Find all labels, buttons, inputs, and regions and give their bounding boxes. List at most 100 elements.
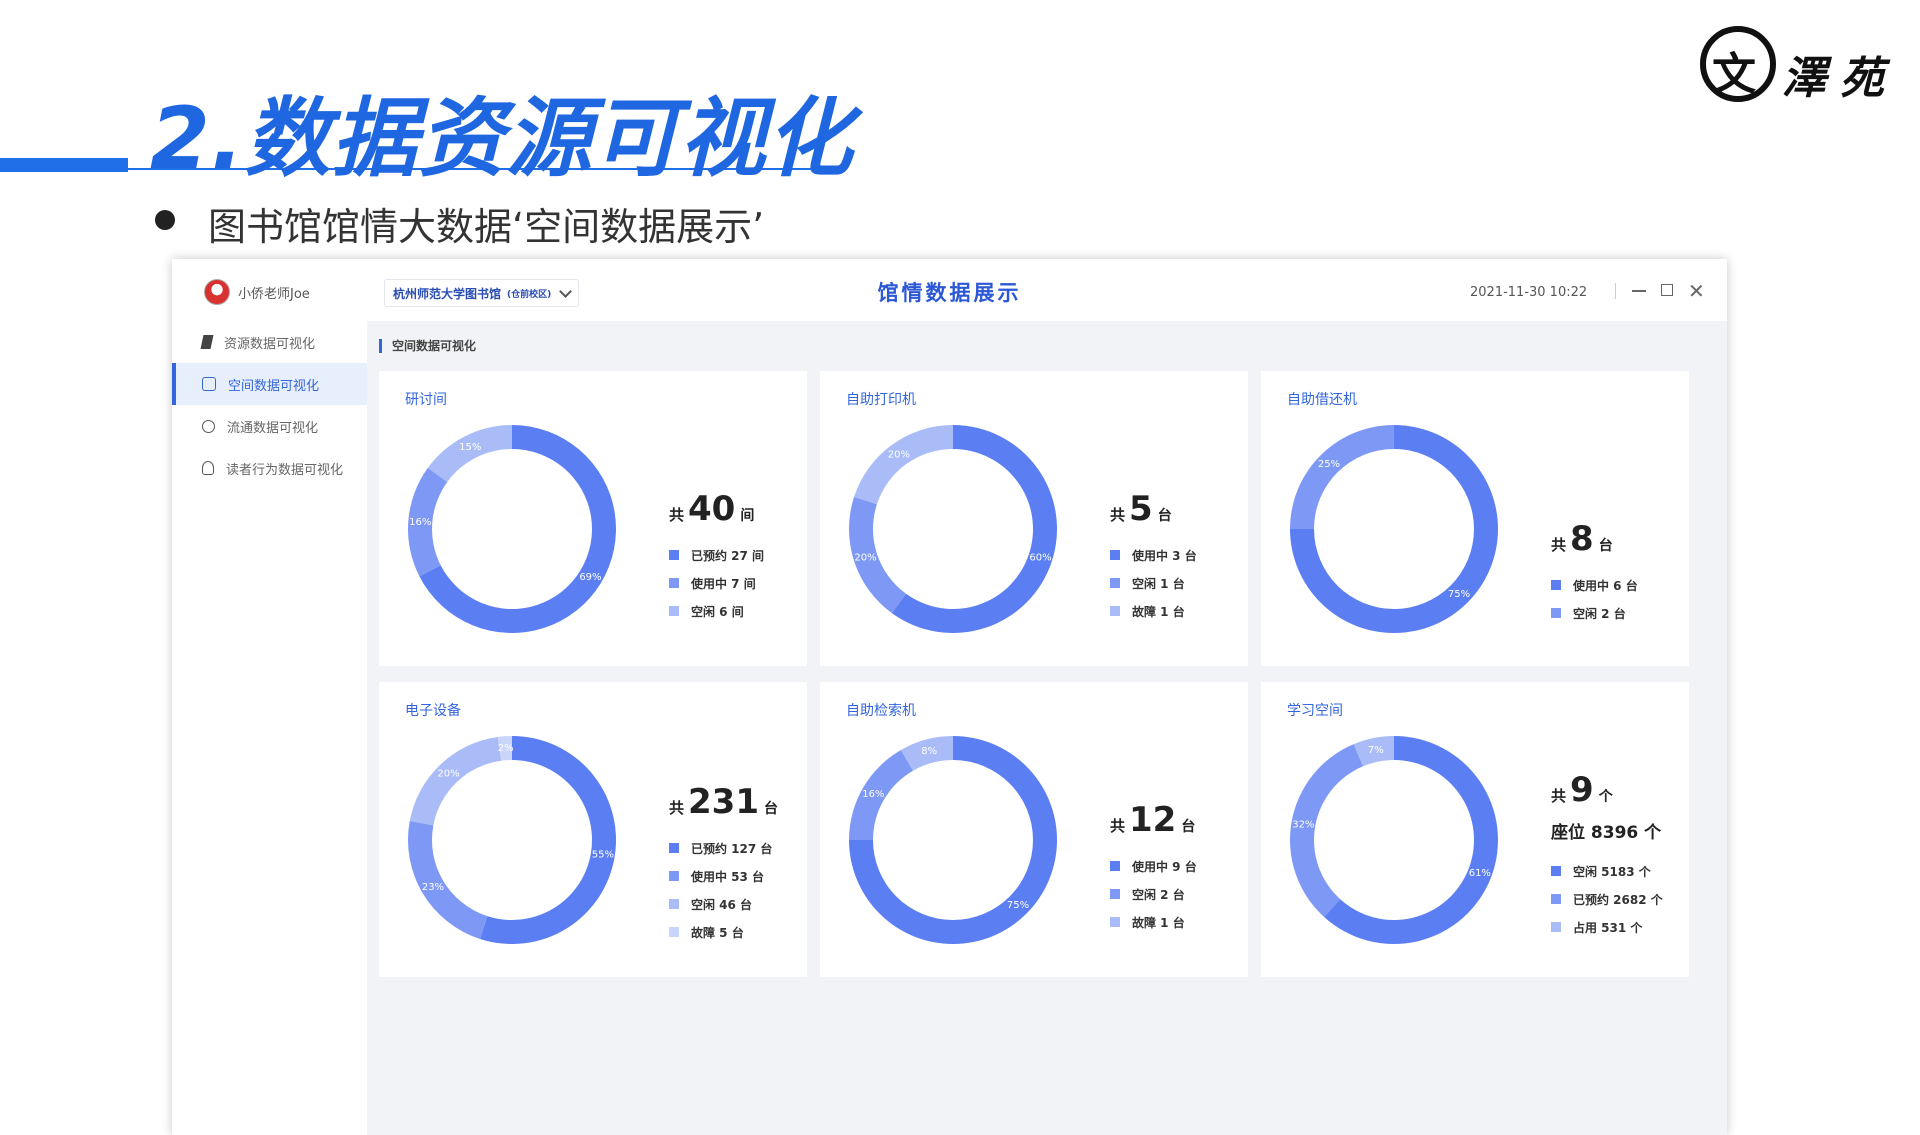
legend-item: 使用中 53 台 bbox=[669, 862, 772, 890]
close-icon[interactable]: ✕ bbox=[1688, 281, 1705, 301]
donut-slice[interactable] bbox=[854, 425, 953, 505]
donut-slice[interactable] bbox=[408, 821, 488, 939]
title-accent-bar bbox=[0, 158, 128, 172]
donut-slice[interactable] bbox=[409, 736, 502, 826]
slice-percent-label: 32% bbox=[1292, 819, 1314, 830]
total-prefix: 共 bbox=[669, 506, 685, 524]
card-search-kiosk: 自助检索机 75% 16% 8% 共 12 台 使用中 9 台空闲 2 台故障 1 … bbox=[820, 682, 1248, 977]
donut-slice[interactable] bbox=[1290, 425, 1394, 529]
total-count: 共 5 台 bbox=[1110, 489, 1172, 529]
legend-item: 空闲 5183 个 bbox=[1551, 857, 1663, 885]
slice-percent-label: 7% bbox=[1368, 745, 1384, 756]
legend-label: 占用 531 个 bbox=[1573, 920, 1643, 935]
total-unit: 台 bbox=[1598, 538, 1613, 554]
cube-icon bbox=[202, 377, 216, 391]
legend-label: 使用中 6 台 bbox=[1573, 578, 1638, 593]
chart-legend: 已预约 127 台使用中 53 台空闲 46 台故障 5 台 bbox=[669, 834, 772, 946]
legend-swatch bbox=[1110, 550, 1120, 560]
chart-legend: 已预约 27 间使用中 7 间空闲 6 间 bbox=[669, 541, 764, 625]
legend-label: 故障 5 台 bbox=[691, 925, 744, 940]
legend-label: 已预约 127 台 bbox=[691, 841, 773, 856]
slice-percent-label: 20% bbox=[854, 552, 876, 563]
donut-chart: 75% 25% bbox=[1290, 425, 1498, 633]
slice-percent-label: 75% bbox=[1448, 589, 1470, 600]
seat-count: 座位 8396 个 bbox=[1551, 823, 1662, 843]
donut-slice[interactable] bbox=[427, 425, 512, 482]
slice-percent-label: 23% bbox=[422, 882, 444, 893]
legend-swatch bbox=[669, 578, 679, 588]
legend-item: 空闲 2 台 bbox=[1110, 880, 1197, 908]
legend-item: 空闲 2 台 bbox=[1551, 599, 1638, 627]
sidebar-item-label: 读者行为数据可视化 bbox=[226, 462, 344, 478]
legend-label: 空闲 46 台 bbox=[691, 897, 753, 912]
slice-percent-label: 25% bbox=[1318, 459, 1340, 470]
legend-swatch bbox=[1551, 894, 1561, 904]
legend-swatch bbox=[669, 927, 679, 937]
minimize-icon[interactable] bbox=[1632, 290, 1646, 292]
total-prefix: 共 bbox=[669, 799, 685, 817]
legend-item: 使用中 6 台 bbox=[1551, 571, 1638, 599]
card-printer: 自助打印机 60% 20% 20% 共 5 台 使用中 3 台空闲 1 台故障 1 … bbox=[820, 371, 1248, 666]
legend-label: 使用中 7 间 bbox=[691, 576, 756, 591]
legend-item: 使用中 3 台 bbox=[1110, 541, 1197, 569]
total-unit: 间 bbox=[740, 508, 755, 524]
sidebar-item-space[interactable]: 空间数据可视化 bbox=[172, 363, 367, 405]
slide-title: 2.数据资源可视化 bbox=[150, 89, 854, 189]
sidebar: 资源数据可视化 空间数据可视化 流通数据可视化 读者行为数据可视化 bbox=[172, 321, 367, 1135]
sidebar-item-resource[interactable]: 资源数据可视化 bbox=[172, 321, 367, 363]
total-unit: 台 bbox=[1157, 508, 1172, 524]
total-number: 40 bbox=[688, 489, 736, 529]
card-self-checkout: 自助借还机 75% 25% 共 8 台 使用中 6 台空闲 2 台 bbox=[1261, 371, 1689, 666]
legend-swatch bbox=[1110, 606, 1120, 616]
legend-label: 故障 1 台 bbox=[1132, 915, 1185, 930]
legend-item: 故障 1 台 bbox=[1110, 597, 1197, 625]
total-prefix: 共 bbox=[1551, 536, 1567, 554]
slice-percent-label: 15% bbox=[459, 442, 481, 453]
legend-label: 使用中 9 台 bbox=[1132, 859, 1197, 874]
card-seminar-room: 研讨间 69% 16% 15% 共 40 间 已预约 27 间使用中 7 间空闲 6… bbox=[379, 371, 807, 666]
total-number: 9 bbox=[1570, 770, 1594, 810]
total-prefix: 共 bbox=[1110, 506, 1126, 524]
legend-swatch bbox=[1110, 861, 1120, 871]
slice-percent-label: 2% bbox=[498, 743, 514, 754]
slice-percent-label: 16% bbox=[862, 789, 884, 800]
legend-swatch bbox=[669, 899, 679, 909]
total-count: 共 9 个 bbox=[1551, 770, 1613, 810]
chart-legend: 使用中 6 台空闲 2 台 bbox=[1551, 571, 1638, 627]
sidebar-item-reader[interactable]: 读者行为数据可视化 bbox=[172, 447, 367, 489]
slice-percent-label: 69% bbox=[579, 572, 601, 583]
legend-swatch bbox=[669, 871, 679, 881]
donut-slice[interactable] bbox=[480, 736, 616, 944]
app-window: 小侨老师Joe 杭州师范大学图书馆 (仓前校区) 馆情数据展示 2021-11-… bbox=[172, 259, 1727, 1135]
sidebar-item-circulation[interactable]: 流通数据可视化 bbox=[172, 405, 367, 447]
sidebar-item-label: 流通数据可视化 bbox=[227, 420, 319, 436]
legend-swatch bbox=[669, 550, 679, 560]
legend-label: 空闲 2 台 bbox=[1132, 887, 1185, 902]
total-number: 231 bbox=[688, 782, 759, 822]
total-count: 共 8 台 bbox=[1551, 519, 1613, 559]
total-prefix: 共 bbox=[1551, 787, 1567, 805]
donut-chart: 69% 16% 15% bbox=[408, 425, 616, 633]
legend-label: 空闲 5183 个 bbox=[1573, 864, 1651, 879]
legend-swatch bbox=[1110, 889, 1120, 899]
slice-percent-label: 60% bbox=[1029, 552, 1051, 563]
donut-slice[interactable] bbox=[1290, 744, 1364, 918]
slice-percent-label: 16% bbox=[409, 517, 431, 528]
cycle-icon bbox=[202, 419, 215, 433]
book-icon bbox=[200, 335, 214, 349]
legend-item: 使用中 7 间 bbox=[669, 569, 764, 597]
legend-item: 故障 5 台 bbox=[669, 918, 772, 946]
card-title: 自助检索机 bbox=[846, 703, 916, 719]
card-title: 自助打印机 bbox=[846, 392, 916, 408]
legend-item: 空闲 46 台 bbox=[669, 890, 772, 918]
legend-item: 已预约 2682 个 bbox=[1551, 885, 1663, 913]
slice-percent-label: 75% bbox=[1007, 900, 1029, 911]
card-title: 电子设备 bbox=[405, 703, 461, 719]
user-icon bbox=[202, 461, 214, 475]
toolbar-divider bbox=[1615, 283, 1616, 299]
maximize-icon[interactable] bbox=[1661, 284, 1673, 296]
logo-text-1: 澤 bbox=[1782, 53, 1826, 104]
datetime: 2021-11-30 10:22 bbox=[1470, 285, 1588, 300]
total-count: 共 40 间 bbox=[669, 489, 754, 529]
card-electronic-devices: 电子设备 55% 23% 20% 2% 共 231 台 已预约 127 台使用中 53… bbox=[379, 682, 807, 977]
